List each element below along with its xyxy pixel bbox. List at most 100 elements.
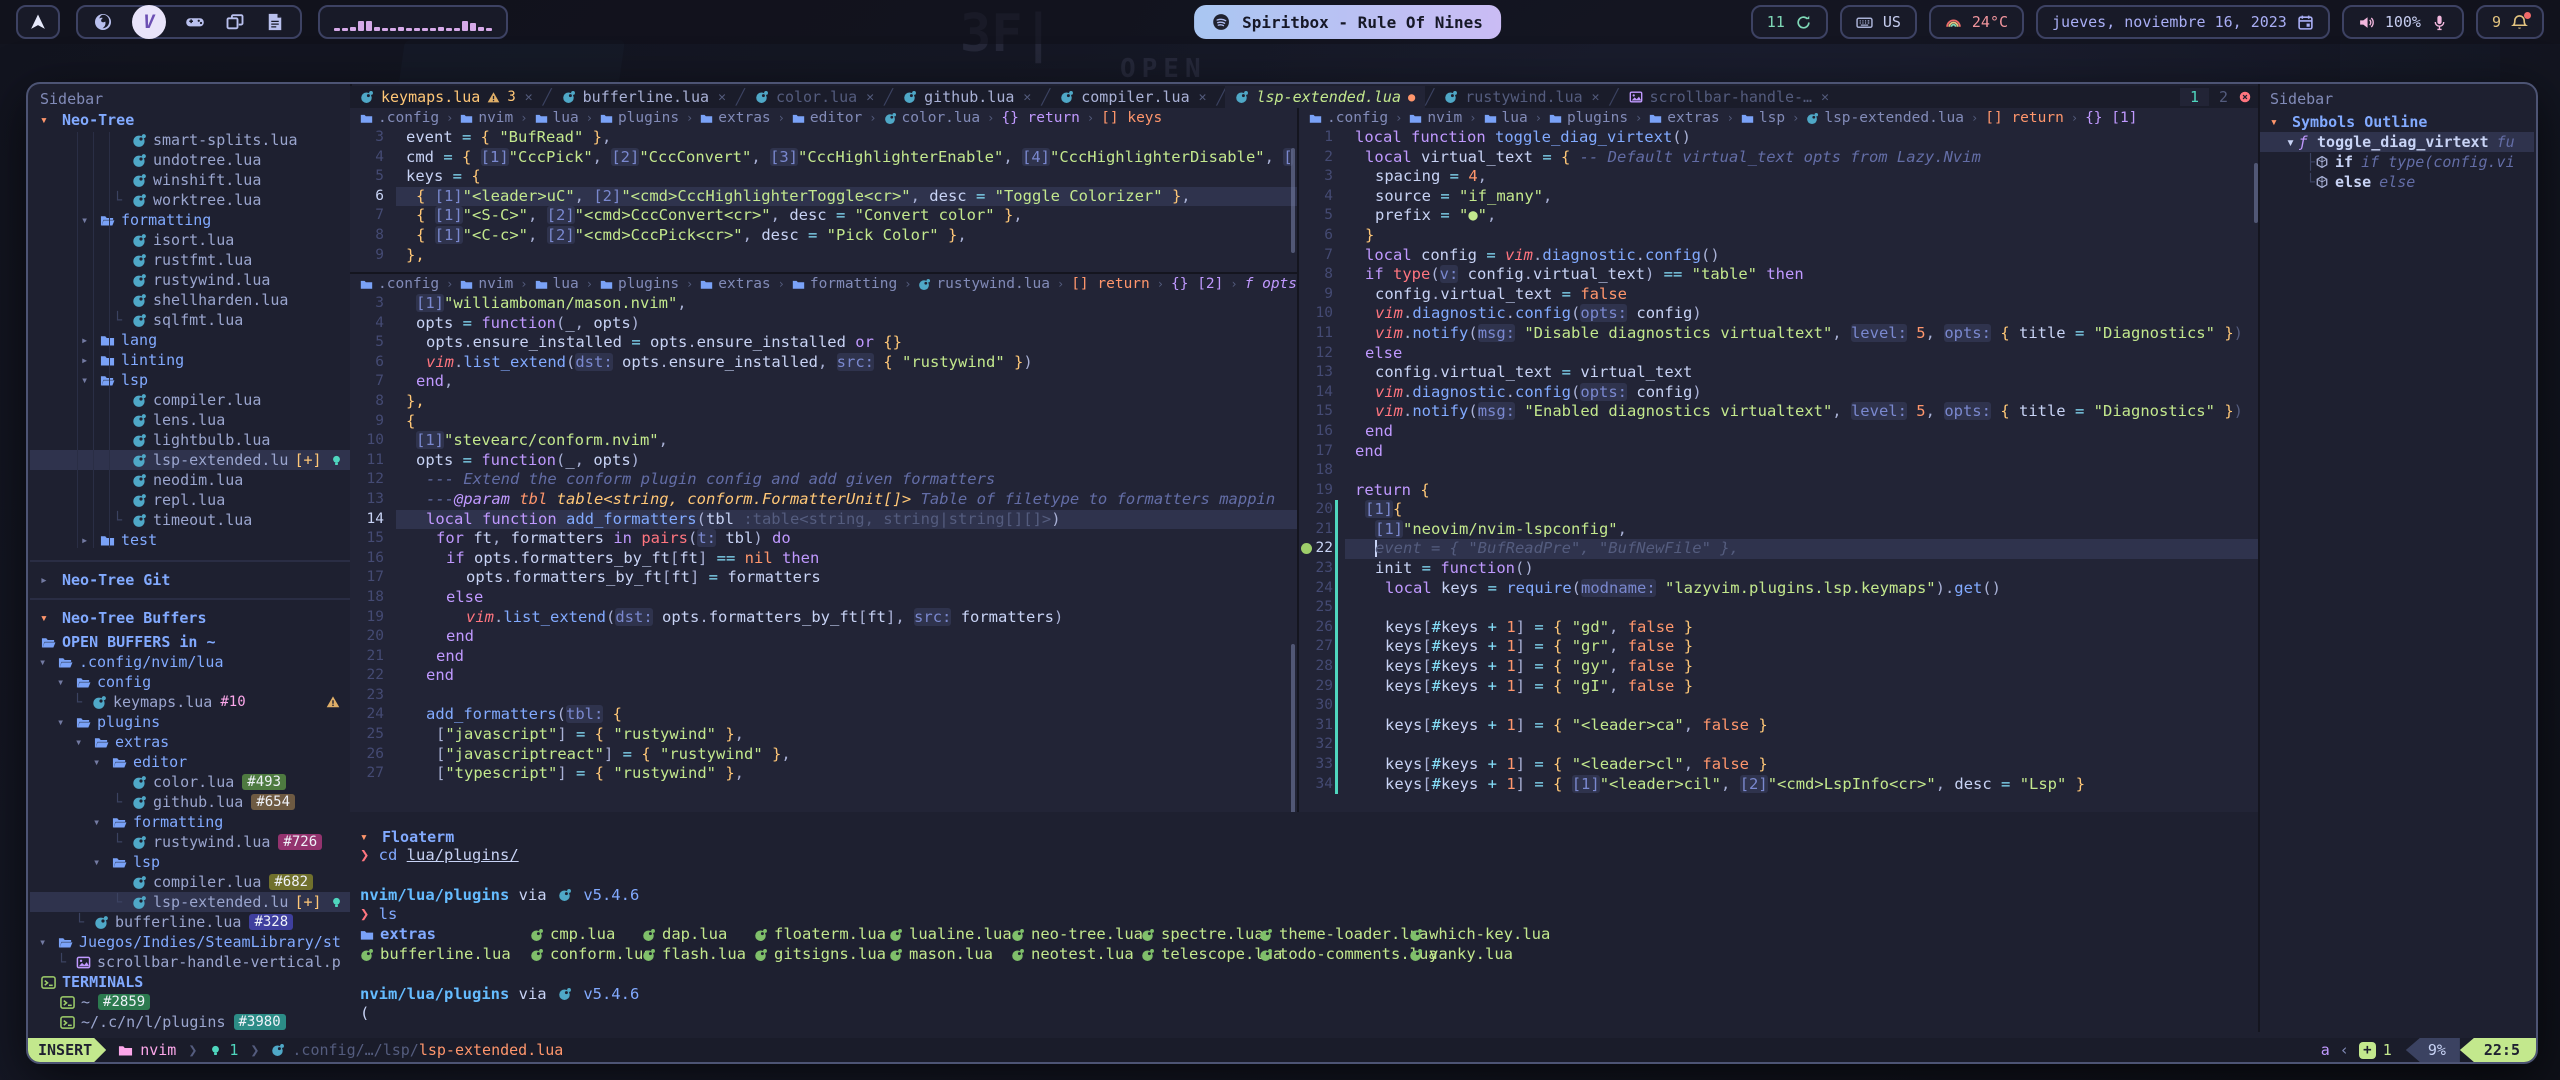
tabpage-2[interactable]: 2 bbox=[2209, 88, 2238, 106]
dock-gamepad-icon[interactable] bbox=[184, 11, 206, 33]
tab-rustywind-lua[interactable]: rustywind.lua✕ bbox=[1434, 86, 1609, 108]
dock-neovim-icon[interactable]: V bbox=[132, 5, 166, 39]
breadcrumb-item[interactable]: extras bbox=[700, 276, 770, 292]
tree-item-juegos-indies-steamlibrary-st[interactable]: ▾Juegos/Indies/SteamLibrary/st bbox=[30, 932, 350, 952]
outline-item-toggle_diag_virtext[interactable]: ▾ƒtoggle_diag_virtextfu bbox=[2260, 132, 2534, 152]
tree-item-winshift-lua[interactable]: winshift.lua bbox=[30, 170, 350, 190]
breadcrumb-item[interactable]: extras bbox=[1649, 110, 1719, 126]
breadcrumb-item[interactable]: lsp bbox=[1741, 110, 1785, 126]
breadcrumb-item[interactable]: color.lua bbox=[884, 110, 981, 126]
tree-item-lightbulb-lua[interactable]: lightbulb.lua bbox=[30, 430, 350, 450]
breadcrumb-item[interactable]: editor bbox=[792, 110, 862, 126]
breadcrumb-item[interactable]: [] return bbox=[1071, 276, 1150, 292]
scrollbar-handle[interactable] bbox=[1291, 644, 1295, 812]
dock-firefox-icon[interactable] bbox=[92, 11, 114, 33]
breadcrumb-item[interactable]: plugins bbox=[1549, 110, 1628, 126]
breadcrumb-item[interactable]: lsp-extended.lua bbox=[1806, 110, 1964, 126]
tree-item-rustfmt-lua[interactable]: rustfmt.lua bbox=[30, 250, 350, 270]
tree-item-plugins[interactable]: ▾plugins bbox=[30, 712, 350, 732]
clock-widget[interactable]: jueves, noviembre 16, 2023 bbox=[2036, 5, 2330, 39]
breadcrumb-item[interactable]: .config bbox=[360, 110, 439, 126]
breadcrumb-item[interactable]: lua bbox=[535, 110, 579, 126]
tree-item-editor[interactable]: ▾editor bbox=[30, 752, 350, 772]
breadcrumb-item[interactable]: nvim bbox=[460, 276, 513, 292]
tab-compiler-lua[interactable]: compiler.lua✕ bbox=[1050, 86, 1216, 108]
breadcrumb-item[interactable]: rustywind.lua bbox=[918, 276, 1050, 292]
tree-item-github-lua[interactable]: └github.lua#654 bbox=[30, 792, 350, 812]
tree-item-test[interactable]: ▸test bbox=[30, 530, 350, 550]
now-playing-widget[interactable]: Spiritbox - Rule Of Nines bbox=[1194, 5, 1501, 39]
breadcrumb-item[interactable]: {} [2] bbox=[1171, 276, 1223, 292]
scrollbar-handle[interactable] bbox=[1291, 148, 1295, 253]
editor-pane-color-lua[interactable]: .config›nvim›lua›plugins›extras›editor›c… bbox=[350, 108, 1297, 272]
tree-item-lsp[interactable]: ▾lsp bbox=[30, 370, 350, 390]
tree-item-open-buffers-in-[interactable]: OPEN BUFFERS in ~ bbox=[30, 632, 350, 652]
tree-item-rustywind-lua[interactable]: rustywind.lua bbox=[30, 270, 350, 290]
tab-close-icon[interactable]: ✕ bbox=[1821, 90, 1829, 105]
keyboard-layout-widget[interactable]: US bbox=[1840, 5, 1917, 39]
tree-item-formatting[interactable]: ▾formatting bbox=[30, 812, 350, 832]
section-neo-tree-git[interactable]: ▸Neo-Tree Git bbox=[30, 570, 350, 590]
dock-notes-icon[interactable] bbox=[264, 11, 286, 33]
tab-close-icon[interactable]: ✕ bbox=[1592, 90, 1600, 105]
tree-item-lsp-extended-lu[interactable]: lsp-extended.lu[+] bbox=[30, 450, 350, 470]
tab-lsp-extended-lua[interactable]: lsp-extended.lua● bbox=[1225, 86, 1425, 108]
breadcrumb-item[interactable]: extras bbox=[700, 110, 770, 126]
tab-close-icon[interactable]: ✕ bbox=[866, 90, 874, 105]
breadcrumb-item[interactable]: lua bbox=[1484, 110, 1528, 126]
tree-item-timeout-lua[interactable]: └timeout.lua bbox=[30, 510, 350, 530]
tabpage-1[interactable]: 1 bbox=[2180, 88, 2209, 106]
section-neo-tree-buffers[interactable]: ▾Neo-Tree Buffers bbox=[30, 608, 350, 628]
tree-item-rustywind-lua[interactable]: └rustywind.lua#726 bbox=[30, 832, 350, 852]
tab-close-icon[interactable]: ✕ bbox=[525, 90, 533, 105]
tree-item-formatting[interactable]: ▾formatting bbox=[30, 210, 350, 230]
tree-item-scrollbar-handle-vertical-p[interactable]: └scrollbar-handle-vertical.p bbox=[30, 952, 350, 972]
tree-item--config-nvim-lua[interactable]: ▾.config/nvim/lua bbox=[30, 652, 350, 672]
breadcrumb-item[interactable]: {} return bbox=[1001, 110, 1080, 126]
breadcrumb-item[interactable]: formatting bbox=[792, 276, 897, 292]
tree-item-linting[interactable]: ▸linting bbox=[30, 350, 350, 370]
breadcrumb-item[interactable]: plugins bbox=[600, 276, 679, 292]
tree-item-compiler-lua[interactable]: compiler.lua#682 bbox=[30, 872, 350, 892]
tree-item-keymaps-lua[interactable]: └keymaps.lua#10 bbox=[30, 692, 350, 712]
tree-item-smart-splits-lua[interactable]: smart-splits.lua bbox=[30, 130, 350, 150]
dock-windows-icon[interactable] bbox=[224, 11, 246, 33]
tab-scrollbar-handle-[interactable]: scrollbar-handle-…✕ bbox=[1619, 86, 1839, 108]
tree-item-lang[interactable]: ▸lang bbox=[30, 330, 350, 350]
breadcrumb-item[interactable]: nvim bbox=[1409, 110, 1462, 126]
breadcrumb-item[interactable]: nvim bbox=[460, 110, 513, 126]
tree-item-sqlfmt-lua[interactable]: └sqlfmt.lua bbox=[30, 310, 350, 330]
breadcrumb-item[interactable]: {} [1] bbox=[2085, 110, 2137, 126]
breadcrumb-item[interactable]: f opts bbox=[1245, 276, 1297, 292]
section-symbols-outline[interactable]: ▾Symbols Outline bbox=[2260, 112, 2534, 132]
volume-widget[interactable]: 100% bbox=[2342, 5, 2464, 39]
breadcrumb-item[interactable]: plugins bbox=[600, 110, 679, 126]
tab-close-icon[interactable]: ✕ bbox=[718, 90, 726, 105]
tree-item--c-n-l-plugins[interactable]: ~/.c/n/l/plugins#3980 bbox=[30, 1012, 350, 1032]
outline-item-else[interactable]: └ elseelse bbox=[2260, 172, 2534, 192]
tree-item-repl-lua[interactable]: repl.lua bbox=[30, 490, 350, 510]
tab-keymaps-lua[interactable]: keymaps.lua3✕ bbox=[350, 86, 543, 108]
tree-item-shellharden-lua[interactable]: shellharden.lua bbox=[30, 290, 350, 310]
tree-item-compiler-lua[interactable]: compiler.lua bbox=[30, 390, 350, 410]
editor-pane-lsp-extended-lua[interactable]: .config›nvim›lua›plugins›extras›lsp›lsp-… bbox=[1299, 108, 2260, 812]
notifications-widget[interactable]: 9 bbox=[2476, 5, 2544, 39]
editor-pane-rustywind-lua[interactable]: .config›nvim›lua›plugins›extras›formatti… bbox=[350, 274, 1297, 812]
tree-item--[interactable]: ~#2859 bbox=[30, 992, 350, 1012]
tree-item-terminals[interactable]: TERMINALS bbox=[30, 972, 350, 992]
tab-close-icon[interactable]: ✕ bbox=[1023, 90, 1031, 105]
tree-item-config[interactable]: ▾config bbox=[30, 672, 350, 692]
outline-item-if[interactable]: ├ ifif type(config.vi bbox=[2260, 152, 2534, 172]
close-circle-icon[interactable] bbox=[2238, 90, 2260, 104]
tree-item-lens-lua[interactable]: lens.lua bbox=[30, 410, 350, 430]
tree-item-undotree-lua[interactable]: undotree.lua bbox=[30, 150, 350, 170]
tab-github-lua[interactable]: github.lua✕ bbox=[893, 86, 1041, 108]
tab-bufferline-lua[interactable]: bufferline.lua✕ bbox=[552, 86, 736, 108]
tree-item-isort-lua[interactable]: isort.lua bbox=[30, 230, 350, 250]
tab-color-lua[interactable]: color.lua✕ bbox=[745, 86, 884, 108]
tree-item-worktree-lua[interactable]: └worktree.lua bbox=[30, 190, 350, 210]
tab-close-icon[interactable]: ✕ bbox=[1199, 90, 1207, 105]
breadcrumb-item[interactable]: lua bbox=[535, 276, 579, 292]
breadcrumb-item[interactable]: .config bbox=[1309, 110, 1388, 126]
tree-item-lsp-extended-lu[interactable]: └lsp-extended.lu[+] bbox=[30, 892, 350, 912]
